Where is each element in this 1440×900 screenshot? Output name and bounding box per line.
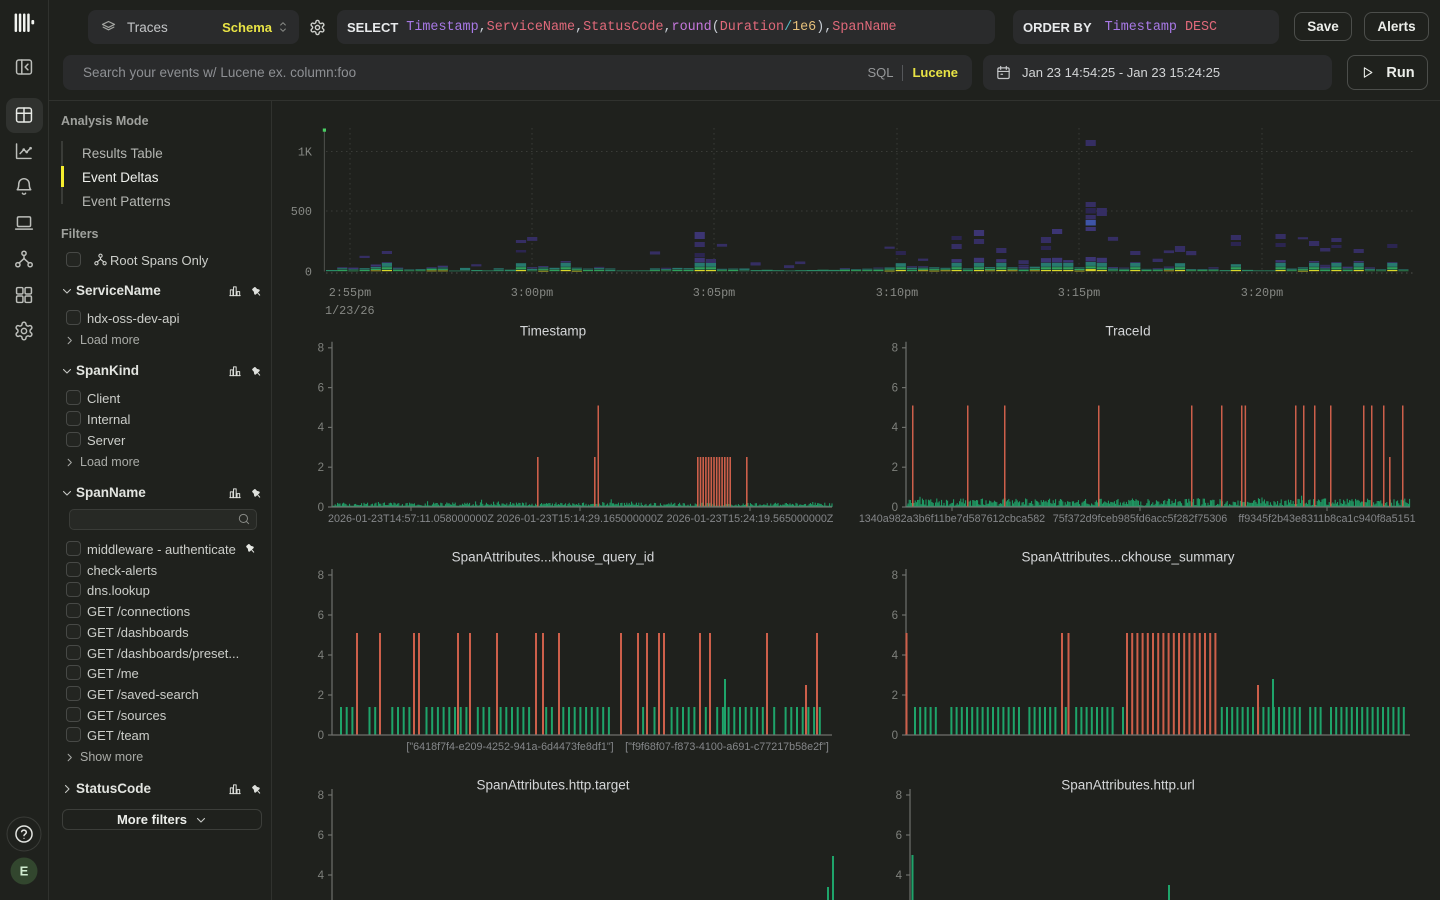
svg-text:["6418f7f4-e209-4252-941a-6d44: ["6418f7f4-e209-4252-941a-6d4473fe8df1"] [406,741,613,753]
svg-text:8: 8 [318,343,324,355]
svg-text:0: 0 [892,730,898,742]
svg-text:4: 4 [318,422,325,434]
svg-text:6: 6 [892,382,898,394]
svg-text:3:10pm: 3:10pm [876,286,918,300]
svg-text:3:05pm: 3:05pm [693,286,735,300]
svg-text:4: 4 [892,650,899,662]
svg-text:0: 0 [318,502,324,514]
svg-text:3:20pm: 3:20pm [1241,286,1283,300]
svg-text:2: 2 [892,690,898,702]
svg-text:6: 6 [896,830,902,842]
svg-text:1340a982a3b6f11be7d587612cbca5: 1340a982a3b6f11be7d587612cbca582 [859,513,1045,525]
svg-text:1/23/26: 1/23/26 [325,304,375,318]
svg-text:4: 4 [896,870,903,882]
svg-text:2: 2 [318,462,324,474]
svg-text:8: 8 [892,570,898,582]
svg-text:2026-01-23T15:24:19.565000000Z: 2026-01-23T15:24:19.565000000Z [667,513,834,525]
svg-text:SpanAttributes...ckhouse_summa: SpanAttributes...ckhouse_summary [1021,550,1234,565]
svg-text:3:15pm: 3:15pm [1058,286,1100,300]
svg-text:3:00pm: 3:00pm [511,286,553,300]
svg-text:SpanAttributes.http.url: SpanAttributes.http.url [1061,778,1195,793]
svg-text:0: 0 [892,502,898,514]
svg-text:500: 500 [291,205,312,219]
svg-text:1K: 1K [298,146,313,160]
svg-text:8: 8 [892,343,898,355]
svg-text:TraceId: TraceId [1105,324,1150,339]
svg-text:6: 6 [318,830,324,842]
svg-text:["f9f68f07-f873-4100-a691-c772: ["f9f68f07-f873-4100-a691-c77217b58e2f"] [625,741,829,753]
svg-text:0: 0 [305,266,312,280]
svg-text:2: 2 [892,462,898,474]
svg-text:8: 8 [318,790,324,802]
svg-text:6: 6 [318,610,324,622]
svg-text:4: 4 [318,870,325,882]
svg-text:4: 4 [318,650,325,662]
svg-text:2:55pm: 2:55pm [329,286,371,300]
svg-text:8: 8 [318,570,324,582]
svg-text:Timestamp: Timestamp [520,324,586,339]
svg-text:ff9345f2b43e8311b8ca1c940f8a51: ff9345f2b43e8311b8ca1c940f8a5151 [1238,513,1415,525]
svg-text:0: 0 [318,730,324,742]
svg-text:8: 8 [896,790,902,802]
svg-text:SpanAttributes.http.target: SpanAttributes.http.target [476,778,629,793]
svg-text:75f372d9fceb985fd6acc5f282f753: 75f372d9fceb985fd6acc5f282f75306 [1053,513,1228,525]
svg-text:2: 2 [318,690,324,702]
svg-text:2026-01-23T15:14:29.165000000Z: 2026-01-23T15:14:29.165000000Z [497,513,664,525]
svg-text:SpanAttributes...khouse_query_: SpanAttributes...khouse_query_id [452,550,655,565]
svg-text:6: 6 [318,382,324,394]
svg-text:4: 4 [892,422,899,434]
svg-text:6: 6 [892,610,898,622]
svg-text:2026-01-23T14:57:11.058000000Z: 2026-01-23T14:57:11.058000000Z [328,513,494,525]
